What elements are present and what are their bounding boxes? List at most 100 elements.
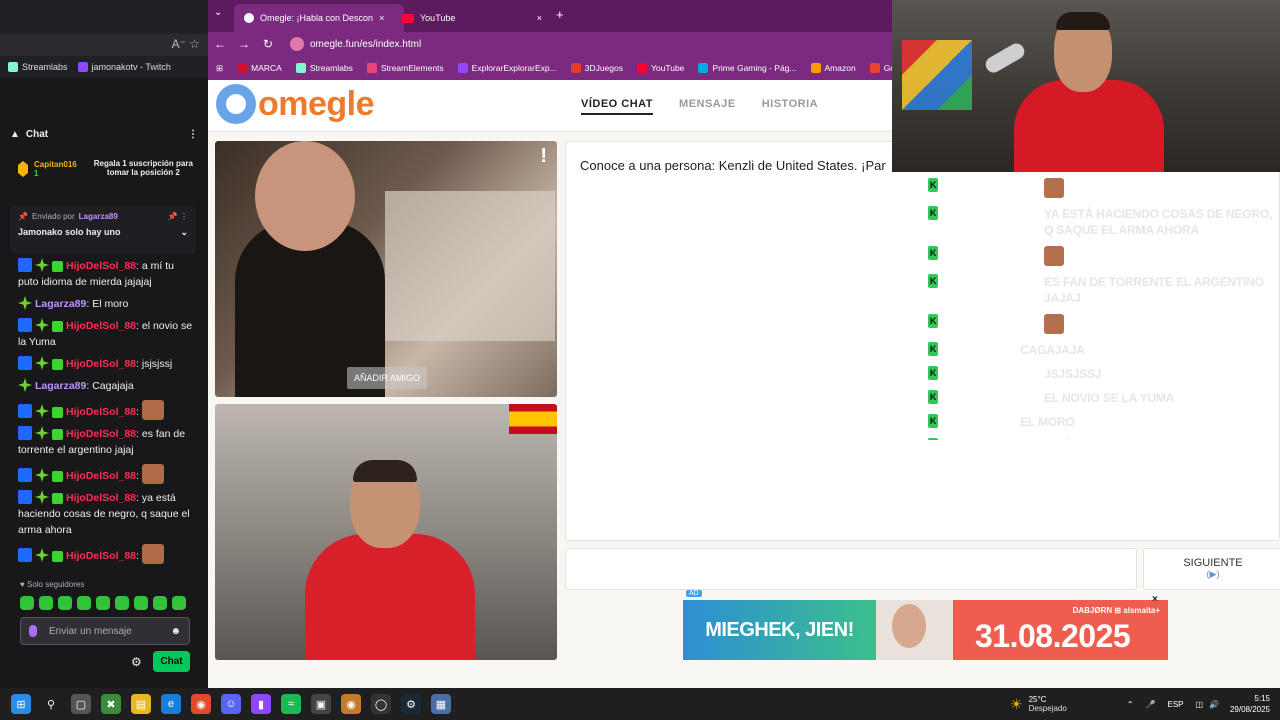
chat-username[interactable]: HijoDelSol_88 bbox=[66, 550, 136, 562]
message-input[interactable] bbox=[565, 548, 1137, 590]
search-icon[interactable]: ⚲ bbox=[41, 694, 61, 714]
app-icon[interactable]: ▣ bbox=[311, 694, 331, 714]
left-address-bar[interactable]: A⁻ ☆ bbox=[0, 34, 208, 56]
emote-icon[interactable] bbox=[39, 596, 53, 610]
calculator-icon[interactable]: ▦ bbox=[431, 694, 451, 714]
back-icon[interactable]: ← bbox=[208, 37, 232, 51]
obs-icon[interactable]: ◯ bbox=[371, 694, 391, 714]
overlay-username: HIJODELSOL_88 bbox=[944, 247, 1039, 261]
volume-icon[interactable]: 🔊 bbox=[1209, 700, 1219, 709]
reload-icon[interactable]: ↻ bbox=[256, 37, 280, 51]
emote-icon[interactable] bbox=[134, 596, 148, 610]
task-view-icon[interactable]: ▢ bbox=[71, 694, 91, 714]
chevron-down-icon[interactable]: ⌄ bbox=[180, 227, 188, 238]
bookmark-item[interactable]: Streamlabs bbox=[295, 63, 353, 73]
start-icon[interactable]: ⊞ bbox=[11, 694, 31, 714]
nav-mensaje[interactable]: MENSAJE bbox=[679, 98, 736, 115]
edge-icon[interactable]: e bbox=[161, 694, 181, 714]
mod-badge-icon bbox=[18, 426, 32, 440]
streamlabs-icon[interactable]: ◉ bbox=[341, 694, 361, 714]
bookmark-twitch[interactable]: jamonakotv - Twitch bbox=[77, 62, 171, 72]
twitch-icon[interactable]: ▮ bbox=[251, 694, 271, 714]
bookmark-item[interactable]: MARCA bbox=[237, 63, 282, 73]
file-explorer-icon[interactable]: ▤ bbox=[131, 694, 151, 714]
emote-icon[interactable] bbox=[115, 596, 129, 610]
mod-badge-icon bbox=[18, 318, 32, 332]
xbox-icon[interactable]: ✖ bbox=[101, 694, 121, 714]
left-bookmarks-bar: Streamlabs jamonakotv - Twitch bbox=[0, 56, 208, 78]
mic-icon[interactable] bbox=[29, 625, 37, 637]
display-icon[interactable]: ◫ bbox=[1196, 700, 1204, 709]
emoji-icon[interactable]: ☻ bbox=[170, 626, 181, 637]
send-chat-button[interactable]: Chat bbox=[153, 651, 190, 672]
emote-icon[interactable] bbox=[172, 596, 186, 610]
nav-video-chat[interactable]: VÍDEO CHAT bbox=[581, 98, 654, 115]
bookmark-item[interactable]: YouTube bbox=[637, 63, 684, 73]
pinned-message[interactable]: 📌 Enviado por Lagarza89 📌 ⋮ Jamonako sol… bbox=[10, 206, 196, 254]
ad-banner[interactable]: MIEGHEK, JIEN! DABJØRN ⊞ alsmalta+ 31.08… bbox=[683, 600, 1168, 660]
chat-username[interactable]: HijoDelSol_88 bbox=[66, 260, 136, 272]
chat-username[interactable]: HijoDelSol_88 bbox=[66, 428, 136, 440]
close-icon[interactable]: × bbox=[379, 13, 384, 23]
next-button[interactable]: SIGUIENTE (▶) bbox=[1143, 548, 1280, 590]
chat-username[interactable]: Lagarza89 bbox=[35, 298, 86, 310]
clock[interactable]: 5:15 29/08/2025 bbox=[1230, 693, 1270, 715]
gift-badge-icon bbox=[52, 429, 63, 440]
report-button[interactable]: ! bbox=[540, 145, 547, 168]
apps-grid-icon[interactable]: ⊞ bbox=[216, 63, 223, 74]
discord-icon[interactable]: ☺ bbox=[221, 694, 241, 714]
bookmark-item[interactable]: 3DJuegos bbox=[570, 63, 623, 73]
emote-icon[interactable] bbox=[153, 596, 167, 610]
chat-username[interactable]: Lagarza89 bbox=[35, 380, 86, 392]
overlay-chat-row: K HIJODELSOL_88 YA ESTÁ HACIENDO COSAS DE … bbox=[928, 206, 1280, 238]
forward-icon[interactable]: → bbox=[232, 37, 256, 51]
tab-youtube[interactable]: YouTube × bbox=[392, 4, 552, 32]
reader-icon[interactable]: A⁻ ☆ bbox=[172, 37, 200, 51]
url-field[interactable]: omegle.fun/es/index.html bbox=[290, 34, 890, 54]
close-icon[interactable]: × bbox=[537, 13, 542, 23]
steam-icon[interactable]: ⚙ bbox=[401, 694, 421, 714]
chat-username[interactable]: HijoDelSol_88 bbox=[66, 492, 136, 504]
emote-icon[interactable] bbox=[77, 596, 91, 610]
chat-username[interactable]: HijoDelSol_88 bbox=[66, 406, 136, 418]
close-icon[interactable]: × bbox=[1152, 594, 1158, 605]
site-info-icon[interactable] bbox=[290, 37, 304, 51]
gift-badge-icon bbox=[52, 493, 63, 504]
overlay-chat-row: K HIJODELSOL_88 EL NOVIO SE LA YUMA bbox=[928, 390, 1280, 406]
emote-icon[interactable] bbox=[58, 596, 72, 610]
chat-username[interactable]: HijoDelSol_88 bbox=[66, 470, 136, 482]
new-tab-icon[interactable]: + bbox=[556, 7, 564, 22]
pin-toggle-icon[interactable]: 📌 ⋮ bbox=[168, 212, 188, 221]
emote-icon[interactable] bbox=[20, 596, 34, 610]
add-friend-button[interactable]: AÑADIR AMIGO bbox=[347, 367, 428, 389]
nav-historia[interactable]: HISTORIA bbox=[762, 98, 818, 115]
chat-menu-icon[interactable]: ⋮ bbox=[188, 129, 198, 140]
chat-username[interactable]: HijoDelSol_88 bbox=[66, 320, 136, 332]
tab-omegle[interactable]: Omegle: ¡Habla con Descon × bbox=[234, 4, 404, 32]
gift-leaderboard[interactable]: Capitan016 1 Regala 1 suscripción para t… bbox=[18, 150, 198, 188]
overlay-username: HIJODELSOL_88 bbox=[944, 391, 1039, 405]
bookmark-item[interactable]: Amazon bbox=[810, 63, 856, 73]
bookmark-item[interactable]: ExplorarExplorarExp... bbox=[457, 63, 557, 73]
tab-menu-icon[interactable]: ⌄ bbox=[214, 7, 222, 18]
omegle-logo[interactable]: omegle bbox=[216, 84, 375, 124]
language-indicator[interactable]: ESP bbox=[1167, 700, 1183, 709]
bookmark-streamlabs[interactable]: Streamlabs bbox=[8, 62, 68, 72]
chevron-up-icon[interactable]: ⌃ bbox=[1127, 700, 1134, 709]
weather-widget[interactable]: 25°C Despejado bbox=[1029, 695, 1067, 713]
chrome-icon[interactable]: ◉ bbox=[191, 694, 211, 714]
emote-icon[interactable] bbox=[96, 596, 110, 610]
streamer-jersey bbox=[1014, 80, 1164, 172]
bookmark-item[interactable]: Prime Gaming - Pág... bbox=[698, 63, 797, 73]
chat-text: : jsjsjssj bbox=[136, 358, 173, 370]
followers-only-notice: ♥ Solo seguidores bbox=[20, 580, 85, 589]
kick-badge-icon: K bbox=[928, 414, 938, 428]
overlay-chat-row: K HIJODELSOL_88 bbox=[928, 178, 1280, 198]
mic-icon[interactable]: 🎤 bbox=[1146, 700, 1156, 709]
chat-username[interactable]: HijoDelSol_88 bbox=[66, 358, 136, 370]
bookmark-item[interactable]: StreamElements bbox=[366, 63, 444, 73]
gear-icon[interactable]: ⚙ bbox=[131, 655, 142, 669]
emote-bar[interactable] bbox=[20, 596, 186, 610]
spotify-icon[interactable]: ≈ bbox=[281, 694, 301, 714]
chat-input[interactable]: Enviar un mensaje ☻ bbox=[20, 617, 190, 645]
